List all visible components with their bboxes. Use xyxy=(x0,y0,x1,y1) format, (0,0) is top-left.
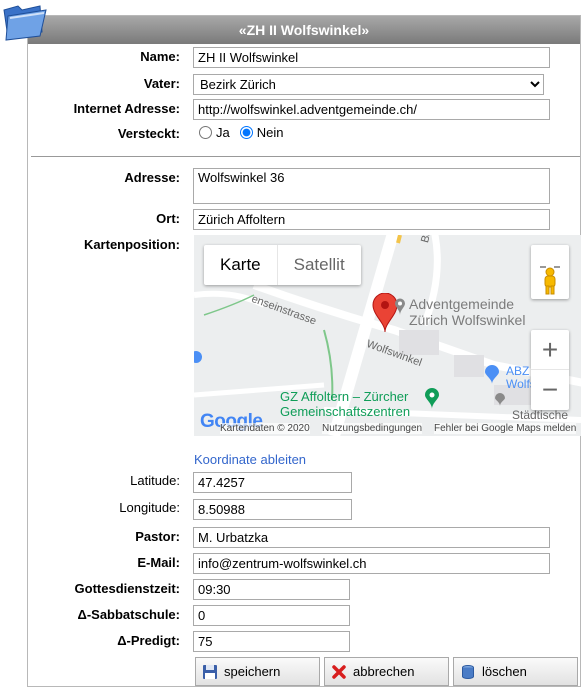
marker-subtitle: Zürich Wolfswinkel xyxy=(409,312,526,328)
save-button-label: speichern xyxy=(224,664,281,679)
internet-label: Internet Adresse: xyxy=(73,101,180,116)
zoom-in-button[interactable]: + xyxy=(531,330,569,370)
poi-gz-line2: Gemeinschaftszentren xyxy=(280,404,411,419)
vater-select[interactable]: Bezirk Zürich xyxy=(193,74,544,95)
red-x-icon xyxy=(331,664,347,680)
database-icon xyxy=(460,664,476,680)
save-button[interactable]: speichern xyxy=(195,657,320,686)
versteckt-nein-label: Nein xyxy=(256,125,284,140)
versteckt-ja-radio[interactable] xyxy=(199,126,212,139)
poi-gz-icon xyxy=(425,388,439,409)
map-attribution: Kartendaten © 2020 Nutzungsbedingungen F… xyxy=(194,422,581,436)
longitude-input[interactable] xyxy=(193,499,352,520)
versteckt-ja-label: Ja xyxy=(216,125,230,140)
name-label: Name: xyxy=(140,49,180,64)
email-input[interactable] xyxy=(193,553,550,574)
versteckt-label: Versteckt: xyxy=(117,126,180,141)
attrib-error[interactable]: Fehler bei Google Maps melden xyxy=(434,423,577,434)
cancel-button-label: abbrechen xyxy=(353,664,415,679)
pastor-label: Pastor: xyxy=(135,529,180,544)
map-type-control: Karte Satellit xyxy=(204,245,361,285)
zoom-out-button[interactable]: − xyxy=(531,370,569,410)
ort-input[interactable] xyxy=(193,209,550,230)
attrib-data: Kartendaten © 2020 xyxy=(220,423,310,434)
latitude-label: Latitude: xyxy=(130,473,180,488)
cancel-button[interactable]: abbrechen xyxy=(324,657,449,686)
poi-gz-line1: GZ Affoltern – Zürcher xyxy=(280,389,409,404)
predigt-input[interactable] xyxy=(193,631,350,652)
sabbatschule-label: Δ-Sabbatschule: xyxy=(77,607,180,622)
internet-input[interactable] xyxy=(193,99,550,120)
versteckt-nein-radio[interactable] xyxy=(239,126,253,139)
sabbatschule-input[interactable] xyxy=(193,605,350,626)
gottesdienstzeit-input[interactable] xyxy=(193,579,350,600)
poi-staedt-label: Städtische xyxy=(512,408,569,422)
zoom-control: + − xyxy=(531,330,569,410)
floppy-disk-icon xyxy=(202,664,218,680)
pastor-input[interactable] xyxy=(193,527,550,548)
map-type-satellit[interactable]: Satellit xyxy=(276,245,361,285)
ort-label: Ort: xyxy=(156,211,180,226)
map[interactable]: Karte Satellit Bärenbohlstr. enseinstras… xyxy=(194,235,581,436)
email-label: E-Mail: xyxy=(137,555,180,570)
predigt-label: Δ-Predigt: xyxy=(117,633,180,648)
pegman-icon[interactable] xyxy=(531,245,569,299)
delete-button-label: löschen xyxy=(482,664,527,679)
divider xyxy=(31,156,580,157)
latitude-input[interactable] xyxy=(193,472,352,493)
vater-label: Vater: xyxy=(143,76,180,91)
poi-abz-icon xyxy=(485,365,499,384)
folder-icon xyxy=(0,2,50,42)
poi-marker-icon xyxy=(395,298,405,315)
delete-button[interactable]: löschen xyxy=(453,657,578,686)
versteckt-radio-group: Ja Nein xyxy=(199,125,283,140)
name-input[interactable] xyxy=(193,47,550,68)
longitude-label: Longitude: xyxy=(119,500,180,515)
gottesdienstzeit-label: Gottesdienstzeit: xyxy=(74,581,180,596)
attrib-terms[interactable]: Nutzungsbedingungen xyxy=(322,423,423,434)
kartenposition-label: Kartenposition: xyxy=(83,237,180,252)
adresse-textarea[interactable]: Wolfswinkel 36 xyxy=(193,168,550,204)
poi-staedt-icon xyxy=(495,393,505,406)
map-type-karte[interactable]: Karte xyxy=(204,245,277,285)
koordinate-ableiten-link[interactable]: Koordinate ableiten xyxy=(194,452,306,467)
adresse-label: Adresse: xyxy=(124,170,180,185)
marker-title: Adventgemeinde xyxy=(409,296,515,312)
poi-abz-line1: ABZ xyxy=(506,364,530,378)
window-title: «ZH II Wolfswinkel» xyxy=(28,16,580,44)
